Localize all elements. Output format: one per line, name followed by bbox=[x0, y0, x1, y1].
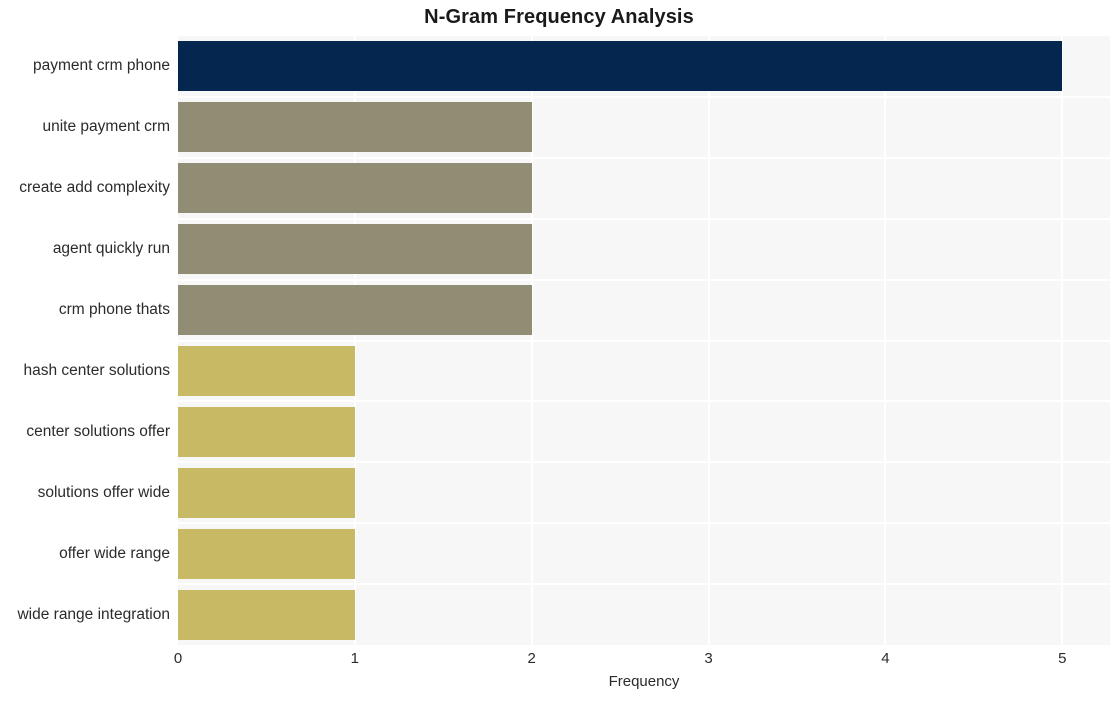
bar[interactable] bbox=[178, 589, 355, 640]
y-axis-tick-label: crm phone thats bbox=[58, 301, 170, 319]
y-axis-tick-labels: payment crm phone unite payment crm create… bbox=[0, 36, 170, 645]
bar[interactable] bbox=[178, 102, 532, 153]
bar[interactable] bbox=[178, 528, 355, 579]
bar[interactable] bbox=[178, 345, 355, 396]
x-axis-title: Frequency bbox=[608, 673, 680, 690]
bar-row bbox=[178, 97, 1110, 158]
bar[interactable] bbox=[178, 406, 355, 457]
chart-title: N-Gram Frequency Analysis bbox=[424, 6, 694, 28]
bar-row bbox=[178, 219, 1110, 280]
bar[interactable] bbox=[178, 467, 355, 518]
y-axis-tick-label: offer wide range bbox=[59, 544, 170, 562]
y-axis-tick-label: wide range integration bbox=[17, 605, 170, 623]
bar-row bbox=[178, 36, 1110, 97]
bar[interactable] bbox=[178, 163, 532, 214]
bar-row bbox=[178, 523, 1110, 584]
y-axis-tick-label: create add complexity bbox=[19, 179, 170, 197]
y-axis-tick-label: center solutions offer bbox=[26, 422, 170, 440]
bar-row bbox=[178, 462, 1110, 523]
x-axis-tick-label: 3 bbox=[704, 650, 713, 667]
x-axis-tick-label: 0 bbox=[173, 650, 183, 667]
bar[interactable] bbox=[178, 41, 1063, 92]
x-axis-tick-label: 1 bbox=[350, 650, 360, 667]
bar[interactable] bbox=[178, 224, 532, 275]
plot-area bbox=[178, 36, 1110, 645]
x-axis-tick-label: 5 bbox=[1058, 650, 1067, 667]
y-axis-tick-label: agent quickly run bbox=[52, 240, 170, 258]
x-axis-tick-label: 4 bbox=[881, 650, 890, 667]
bar-row bbox=[178, 341, 1110, 402]
bar-row bbox=[178, 584, 1110, 645]
y-axis-tick-label: unite payment crm bbox=[42, 118, 171, 136]
x-axis-tick-label: 2 bbox=[527, 650, 536, 667]
bar[interactable] bbox=[178, 285, 532, 336]
bar-row bbox=[178, 280, 1110, 341]
y-axis-tick-label: payment crm phone bbox=[33, 57, 170, 75]
bar-row bbox=[178, 158, 1110, 219]
x-axis-tick-labels: 0 1 2 3 4 5 bbox=[0, 650, 1118, 674]
chart-figure: N-Gram Frequency Analysis payment crm ph… bbox=[0, 0, 1118, 701]
bar-row bbox=[178, 401, 1110, 462]
y-axis-tick-label: solutions offer wide bbox=[37, 483, 170, 501]
y-axis-tick-label: hash center solutions bbox=[23, 361, 170, 379]
